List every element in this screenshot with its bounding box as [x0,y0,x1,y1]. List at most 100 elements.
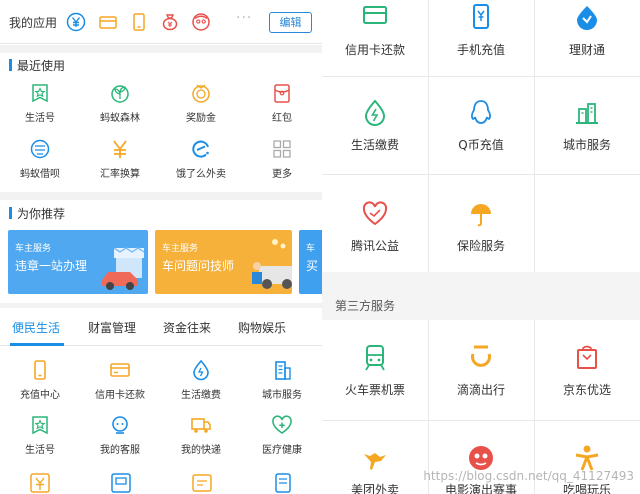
charity-heart-icon [362,201,388,226]
tencent-services-grid: 信用卡还款 手机充值 理财通 生活缴费 Q币充值 城市服务 腾讯公益 保险服务 [322,0,640,272]
building-icon [275,361,291,380]
tab-shopping[interactable]: 购物娱乐 [238,319,286,336]
svc-didi[interactable]: 滴滴出行 [428,344,534,398]
edit-button[interactable]: 编辑 [269,12,312,33]
banner-violation[interactable]: 车主服务 违章一站办理 [8,230,148,294]
yen-icon [113,140,127,158]
svc-service[interactable]: 我的客服 [80,414,160,464]
train-icon [365,345,385,371]
banner-tag: 车 [306,244,316,254]
app-jiebei[interactable]: 蚂蚁借呗 [0,138,80,188]
grid-line [322,420,640,421]
app-shenghuohao[interactable]: 生活号 [0,82,80,132]
didi-icon [471,345,491,367]
credit-card-icon [363,6,387,24]
app-label: 更多 [272,169,292,180]
svc-express[interactable]: 我的快递 [161,414,241,464]
svc-city[interactable]: 城市服务 [242,359,322,409]
svc-licaitong[interactable]: 理财通 [534,4,640,58]
divider [0,45,322,53]
svc-shenghuohao[interactable]: 生活号 [0,414,80,464]
app-label: 生活缴费 [181,390,221,401]
svc-medical[interactable]: 医疗健康 [242,414,322,464]
svc-life-payment[interactable]: 生活缴费 [322,99,428,153]
divider [0,192,322,200]
card-icon[interactable] [98,12,118,32]
water-drop-icon [364,99,386,126]
screen: 我的应用 ··· 编辑 最近使用 生活号 蚂蚁森林 奖励金 红包 蚂蚁借呗 汇率… [0,0,640,494]
banner-title: 车问题问技师 [162,259,235,273]
coin-icon [192,84,210,103]
svc-meituan[interactable]: 美团外卖 [322,444,428,494]
tab-convenience[interactable]: 便民生活 [12,319,60,336]
banner-title: 违章一站办理 [15,259,88,273]
money-bag-icon[interactable] [160,12,180,32]
app-label: 充值中心 [20,390,60,401]
svc-creditcard[interactable]: 信用卡还款 [80,359,160,409]
yen-circle-icon[interactable] [66,12,86,32]
banner-technician[interactable]: 车主服务 车问题问技师 [155,230,292,294]
svc-credit-repay[interactable]: 信用卡还款 [322,4,428,58]
category-tabs: 便民生活 财富管理 资金往来 购物娱乐 [0,308,322,346]
water-drop-icon [193,359,209,381]
banner-title: 买 [306,259,319,273]
grid-label: 手机充值 [456,43,505,57]
person-fun-icon [575,445,599,471]
heart-plus-icon [272,415,292,434]
sprout-icon [111,85,129,103]
app-label: 生活号 [25,445,55,456]
phone-icon[interactable] [129,12,149,32]
recent-heading: 最近使用 [9,57,65,74]
phone-yen-icon [473,4,489,29]
ticket-icon[interactable] [191,472,213,494]
svc-jd[interactable]: 京东优选 [534,344,640,398]
app-label: 奖励金 [186,113,216,124]
app-exchange[interactable]: 汇率换算 [80,138,160,188]
svc-insurance[interactable]: 保险服务 [428,200,534,254]
banner-partial[interactable]: 车 买 [299,230,322,294]
app-label: 医疗健康 [262,445,302,456]
app-eleme[interactable]: 饿了么外卖 [161,138,241,188]
svc-train-flight[interactable]: 火车票机票 [322,344,428,398]
app-label: 蚂蚁借呗 [20,169,60,180]
app-label: 饿了么外卖 [176,169,226,180]
app-label: 蚂蚁森林 [100,113,140,124]
app-label: 汇率换算 [100,169,140,180]
third-party-heading: 第三方服务 [335,299,396,313]
grid-label: 生活缴费 [350,138,399,152]
banner-tag: 车主服务 [162,244,199,254]
yen-icon[interactable] [29,472,51,494]
tab-wealth[interactable]: 财富管理 [88,319,136,336]
grid-line [322,174,640,175]
car-illustration [102,247,145,290]
third-party-grid: 火车票机票 滴滴出行 京东优选 美团外卖 电影演出赛事 吃喝玩乐 [322,320,640,494]
app-redpacket[interactable]: 红包 [242,82,322,132]
svc-phone-recharge[interactable]: 手机充值 [428,4,534,58]
app-antforest[interactable]: 蚂蚁森林 [80,82,160,132]
app-label: 城市服务 [262,390,302,401]
grid-label: 理财通 [568,43,605,57]
active-tab-indicator [10,343,64,346]
more-dots[interactable]: ··· [236,10,252,26]
grid-more-icon [273,140,291,158]
grid-label: 信用卡还款 [344,43,405,57]
credit-card-icon [110,363,130,377]
svc-city-service[interactable]: 城市服务 [534,99,640,153]
app-reward[interactable]: 奖励金 [161,82,241,132]
grid-label: 火车票机票 [344,383,405,397]
grid-label: 滴滴出行 [456,383,505,397]
svc-tencent-charity[interactable]: 腾讯公益 [322,200,428,254]
qq-penguin-icon [471,100,491,124]
wealth-drop-icon [577,6,597,30]
svc-q-coin[interactable]: Q币充值 [428,99,534,153]
avatar-icon[interactable] [191,12,211,32]
tab-funds[interactable]: 资金往来 [163,319,211,336]
svc-utilities[interactable]: 生活缴费 [161,359,241,409]
app-more[interactable]: 更多 [242,138,322,188]
bus-card-icon[interactable] [110,472,132,494]
my-apps-label: 我的应用 [9,16,58,30]
jd-bag-icon [577,345,597,369]
svc-recharge[interactable]: 充值中心 [0,359,80,409]
umbrella-icon [471,204,491,227]
document-icon[interactable] [272,472,294,494]
